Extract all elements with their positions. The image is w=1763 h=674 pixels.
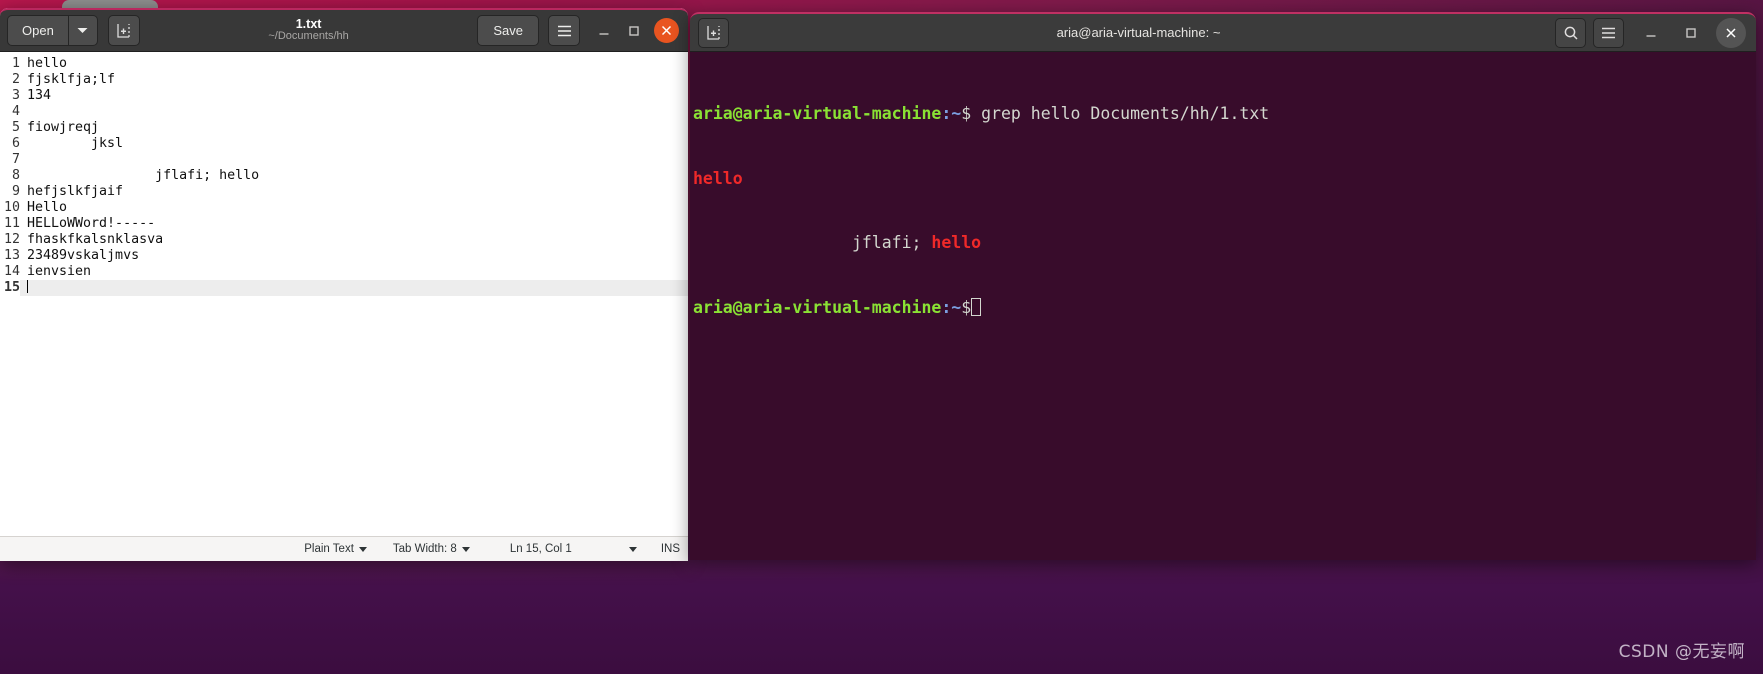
chevron-down-icon — [461, 546, 470, 552]
line-number: 4 — [11, 104, 20, 119]
line-number: 7 — [11, 152, 20, 167]
chevron-down-icon[interactable] — [67, 15, 98, 46]
prompt-path: :~ — [941, 297, 962, 317]
prompt-symbol: $ — [961, 104, 972, 123]
line-number: 11 — [3, 216, 20, 231]
prompt-user-host: aria@aria-virtual-machine — [693, 297, 942, 317]
line-number: 10 — [3, 200, 20, 215]
gedit-title: 1.txt ~/Documents/hh — [140, 18, 478, 43]
search-icon[interactable] — [1555, 17, 1586, 48]
document-line[interactable] — [27, 104, 688, 120]
document-text[interactable]: hello fjsklfja;lf 134 fiowjreqj jksl jflaf… — [20, 52, 688, 536]
terminal-window: aria@aria-virtual-machine: ~ aria@aria-v… — [690, 12, 1756, 560]
prompt-symbol: $ — [961, 297, 972, 317]
chevron-down-icon — [358, 546, 367, 552]
text-caret — [27, 280, 28, 293]
gedit-maximize-icon[interactable] — [619, 16, 649, 46]
desktop: Open 1.txt ~/Documents/hh Save 1 2 3 4 5… — [0, 0, 1763, 674]
document-line[interactable]: fhaskfkalsnklasva — [27, 232, 688, 248]
line-number: 9 — [11, 184, 20, 199]
save-button[interactable]: Save — [477, 15, 539, 46]
hamburger-menu-icon[interactable] — [1593, 17, 1624, 48]
document-line[interactable]: 23489vskaljmvs — [27, 248, 688, 264]
terminal-titlebar[interactable]: aria@aria-virtual-machine: ~ — [690, 12, 1756, 52]
line-number: 13 — [3, 248, 20, 263]
insert-mode-label: INS — [660, 543, 680, 555]
cursor-position-label: Ln 15, Col 1 — [509, 543, 572, 555]
chevron-down-icon — [628, 546, 637, 552]
gedit-minimize-icon[interactable] — [589, 16, 619, 46]
command-text: grep hello Documents/hh/1.txt — [981, 104, 1270, 123]
document-line[interactable] — [27, 152, 688, 168]
terminal-maximize-icon[interactable] — [1676, 18, 1706, 48]
terminal-minimize-icon[interactable] — [1636, 18, 1666, 48]
document-line[interactable]: fiowjreqj — [27, 120, 688, 136]
terminal-line-output-1: hello — [693, 168, 1756, 190]
document-line[interactable]: jksl — [27, 136, 688, 152]
hamburger-menu-icon[interactable] — [548, 15, 580, 46]
tab-width-label: Tab Width: 8 — [392, 543, 457, 555]
terminal-title-text: aria@aria-virtual-machine: ~ — [1056, 25, 1221, 40]
terminal-close-icon[interactable] — [1716, 17, 1746, 48]
new-document-icon[interactable] — [107, 15, 140, 46]
line-number: 15 — [3, 280, 20, 295]
gedit-title-path: ~/Documents/hh — [268, 30, 349, 43]
document-line[interactable]: fjsklfja;lf — [27, 72, 688, 88]
watermark: CSDN @无妄啊 — [1618, 642, 1745, 662]
gedit-close-icon[interactable] — [654, 18, 679, 43]
grep-match: hello — [931, 233, 982, 252]
open-button[interactable]: Open — [7, 15, 68, 46]
terminal-cursor — [971, 297, 982, 316]
document-line[interactable]: 134 — [27, 88, 688, 104]
line-number: 1 — [11, 56, 20, 71]
language-selector[interactable]: Plain Text — [304, 543, 367, 555]
document-line[interactable]: hello — [27, 56, 688, 72]
line-number: 2 — [11, 72, 20, 87]
gedit-statusbar: Plain Text Tab Width: 8 Ln 15, Col 1 INS — [0, 536, 688, 561]
prompt-path: :~ — [941, 104, 962, 123]
line-number: 5 — [11, 120, 20, 135]
terminal-output[interactable]: aria@aria-virtual-machine:~$ grep hello … — [690, 52, 1756, 560]
gedit-titlebar[interactable]: Open 1.txt ~/Documents/hh Save — [0, 8, 688, 52]
line-number: 6 — [11, 136, 20, 151]
tab-width-selector[interactable]: Tab Width: 8 — [393, 543, 470, 555]
document-line[interactable] — [20, 280, 688, 296]
line-number: 3 — [11, 88, 20, 103]
grep-match: hello — [693, 168, 743, 188]
gedit-editor-area[interactable]: 1 2 3 4 5 6 7 8 9 10 11 12 13 14 15 hello fjsklfja;lf 13… — [0, 52, 688, 536]
terminal-title: aria@aria-virtual-machine: ~ — [729, 26, 1548, 40]
new-tab-icon[interactable] — [698, 17, 729, 48]
terminal-line-prompt: aria@aria-virtual-machine:~$ — [693, 297, 1756, 319]
grep-output-prefix: jflafi; — [693, 233, 932, 252]
document-line[interactable]: HELLoWWord!----- — [27, 216, 688, 232]
document-line[interactable]: Hello — [27, 200, 688, 216]
line-number: 12 — [3, 232, 20, 247]
terminal-line-command: aria@aria-virtual-machine:~$ grep hello … — [693, 103, 1756, 125]
terminal-line-output-2: jflafi; hello — [693, 232, 1756, 254]
gedit-window: Open 1.txt ~/Documents/hh Save 1 2 3 4 5… — [0, 8, 688, 561]
document-line[interactable]: jflafi; hello — [27, 168, 688, 184]
line-number: 14 — [3, 264, 20, 279]
line-number-gutter: 1 2 3 4 5 6 7 8 9 10 11 12 13 14 15 — [0, 52, 20, 536]
document-line[interactable]: ienvsien — [27, 264, 688, 280]
line-number: 8 — [11, 168, 20, 183]
language-label: Plain Text — [304, 543, 354, 555]
document-line[interactable]: hefjslkfjaif — [27, 184, 688, 200]
cursor-position-selector[interactable]: Ln 15, Col 1 — [510, 543, 637, 555]
prompt-user-host: aria@aria-virtual-machine — [693, 104, 942, 123]
